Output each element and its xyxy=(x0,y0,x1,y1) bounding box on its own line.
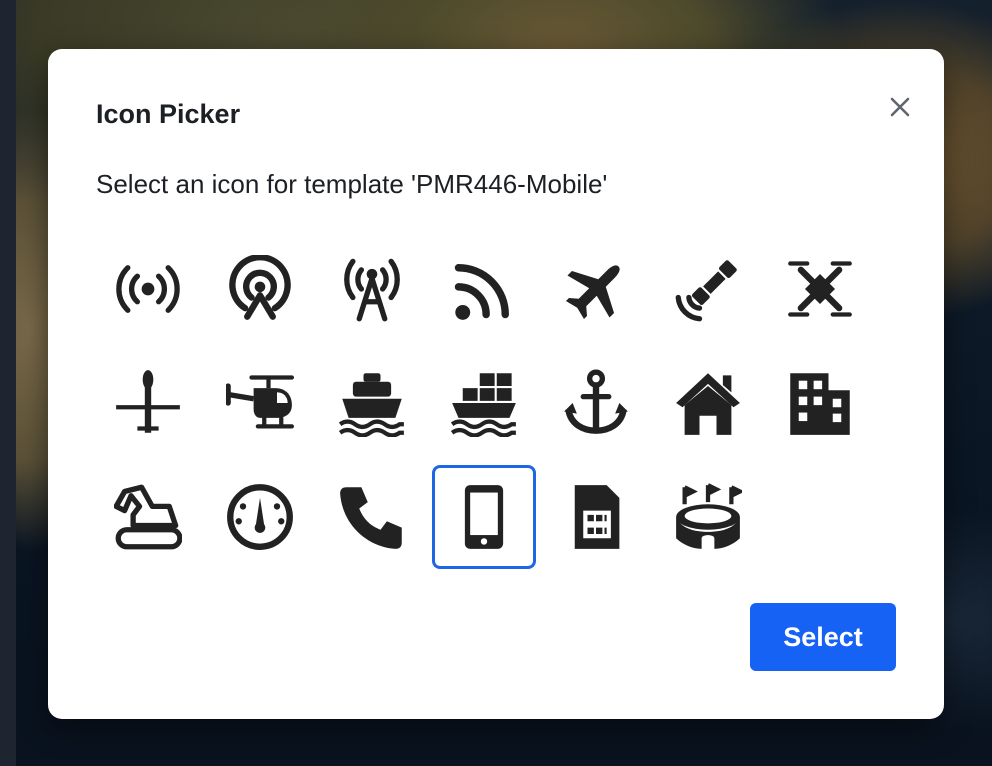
close-button[interactable] xyxy=(886,93,914,121)
icon-option-plane-topview[interactable] xyxy=(96,351,200,455)
icon-picker-dialog: Icon Picker Select an icon for template … xyxy=(48,49,944,719)
icon-option-excavator[interactable] xyxy=(96,465,200,569)
select-button[interactable]: Select xyxy=(750,603,896,671)
icon-option-broadcast[interactable] xyxy=(96,237,200,341)
gauge-icon xyxy=(227,484,293,550)
icon-option-ship[interactable] xyxy=(320,351,424,455)
icon-option-mobile-phone[interactable] xyxy=(432,465,536,569)
icon-option-podcast-tower[interactable] xyxy=(208,237,312,341)
mobile-phone-icon xyxy=(464,485,504,549)
icon-grid xyxy=(96,237,880,569)
sim-card-icon xyxy=(574,485,620,549)
broadcast-icon xyxy=(116,265,180,313)
podcast-tower-icon xyxy=(229,255,291,320)
icon-option-gauge[interactable] xyxy=(208,465,312,569)
icon-option-drone[interactable] xyxy=(768,237,872,341)
cargo-ship-icon xyxy=(450,373,516,437)
excavator-icon xyxy=(114,484,182,550)
helicopter-icon xyxy=(226,375,294,429)
icon-option-rss[interactable] xyxy=(432,237,536,341)
icon-option-sim-card[interactable] xyxy=(544,465,648,569)
icon-option-stadium[interactable] xyxy=(656,465,760,569)
satellite-dish-icon xyxy=(675,260,737,322)
phone-icon xyxy=(340,487,402,549)
icon-option-satellite-dish[interactable] xyxy=(656,237,760,341)
drone-icon xyxy=(788,261,852,317)
dialog-title: Icon Picker xyxy=(96,99,241,129)
anchor-icon xyxy=(564,369,628,434)
icon-option-phone[interactable] xyxy=(320,465,424,569)
rss-icon xyxy=(454,264,509,320)
icon-option-cargo-ship[interactable] xyxy=(432,351,536,455)
airplane-icon xyxy=(565,265,620,320)
icon-option-anchor[interactable] xyxy=(544,351,648,455)
ship-icon xyxy=(338,373,404,437)
close-icon xyxy=(890,97,910,117)
house-icon xyxy=(676,373,740,435)
icon-option-airplane[interactable] xyxy=(544,237,648,341)
icon-option-helicopter[interactable] xyxy=(208,351,312,455)
icon-option-building[interactable] xyxy=(768,351,872,455)
plane-topview-icon xyxy=(116,370,180,433)
building-icon xyxy=(790,373,850,435)
dialog-subtitle: Select an icon for template 'PMR446-Mobi… xyxy=(96,169,608,199)
left-panel-edge xyxy=(0,0,16,766)
icon-option-house[interactable] xyxy=(656,351,760,455)
radio-tower-icon xyxy=(344,258,400,322)
stadium-icon xyxy=(676,483,742,549)
icon-option-radio-tower[interactable] xyxy=(320,237,424,341)
